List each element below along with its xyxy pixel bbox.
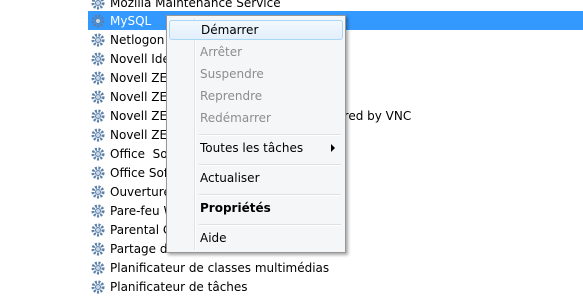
- menu-item-resume[interactable]: Reprendre: [169, 86, 343, 106]
- menu-item-label: Démarrer: [201, 23, 259, 37]
- gear-icon: [91, 71, 105, 84]
- menu-item-pause[interactable]: Suspendre: [169, 64, 343, 84]
- gear-icon: [91, 261, 105, 274]
- context-menu: Démarrer Arrêter Suspendre Reprendre Red…: [166, 15, 346, 253]
- menu-item-refresh[interactable]: Actualiser: [169, 168, 343, 188]
- gear-icon: [91, 223, 105, 236]
- gear-icon: [91, 280, 105, 293]
- service-row[interactable]: Planificateur de tâches: [88, 277, 583, 296]
- menu-item-label: Actualiser: [200, 171, 260, 185]
- menu-item-start[interactable]: Démarrer: [169, 20, 343, 40]
- gear-icon: [91, 0, 105, 9]
- menu-item-properties[interactable]: Propriétés: [169, 198, 343, 218]
- menu-item-label: Suspendre: [200, 67, 264, 81]
- gear-icon: [91, 33, 105, 46]
- menu-item-label: Toutes les tâches: [200, 141, 304, 155]
- gear-icon: [91, 204, 105, 217]
- gear-icon: [91, 128, 105, 141]
- menu-item-all-tasks[interactable]: Toutes les tâches: [169, 138, 343, 158]
- menu-item-label: Propriétés: [200, 201, 271, 215]
- menu-item-label: Arrêter: [200, 45, 243, 59]
- gear-icon: [91, 147, 105, 160]
- gear-icon: [91, 242, 105, 255]
- service-name: Mozilla Maintenance Service: [110, 0, 281, 10]
- service-name: MySQL: [110, 13, 152, 28]
- gear-icon: [91, 109, 105, 122]
- menu-item-help[interactable]: Aide: [169, 228, 343, 248]
- service-name: Ouverture: [110, 184, 171, 199]
- gear-icon: [91, 166, 105, 179]
- service-row[interactable]: Planificateur de classes multimédias: [88, 258, 583, 277]
- gear-icon: [91, 90, 105, 103]
- menu-separator: [199, 224, 341, 226]
- menu-item-stop[interactable]: Arrêter: [169, 42, 343, 62]
- menu-separator: [199, 194, 341, 196]
- service-name: Netlogon: [110, 32, 165, 47]
- service-name: Office Soft: [110, 165, 173, 180]
- gear-icon: [91, 185, 105, 198]
- menu-separator: [199, 164, 341, 166]
- gear-icon: [91, 14, 105, 27]
- menu-item-label: Reprendre: [200, 89, 263, 103]
- submenu-arrow-icon: [331, 144, 335, 152]
- service-name: Planificateur de tâches: [110, 279, 248, 294]
- menu-separator: [199, 134, 341, 136]
- menu-item-restart[interactable]: Redémarrer: [169, 108, 343, 128]
- menu-item-label: Aide: [200, 231, 227, 245]
- menu-item-label: Redémarrer: [200, 111, 271, 125]
- service-name: Planificateur de classes multimédias: [110, 260, 330, 275]
- gear-icon: [91, 52, 105, 65]
